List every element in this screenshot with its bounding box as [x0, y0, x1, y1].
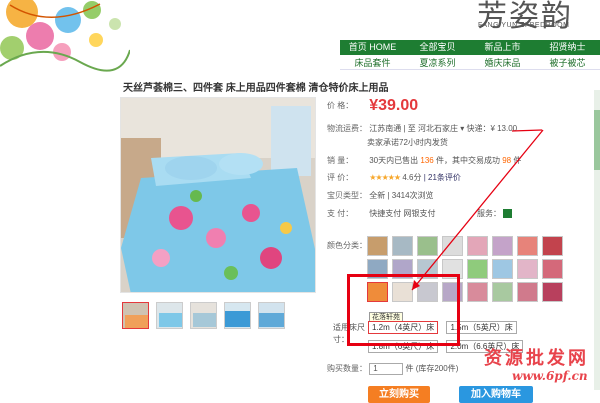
watermark-url: www.6pf.cn [512, 369, 588, 383]
watermark-text: 资源批发网 [484, 348, 589, 369]
annotation-arrow-icon [411, 129, 544, 291]
scrollbar-thumb[interactable] [594, 110, 600, 170]
product-page: { "header": { "brand": "芳姿韵", "brand_sub… [0, 0, 600, 403]
